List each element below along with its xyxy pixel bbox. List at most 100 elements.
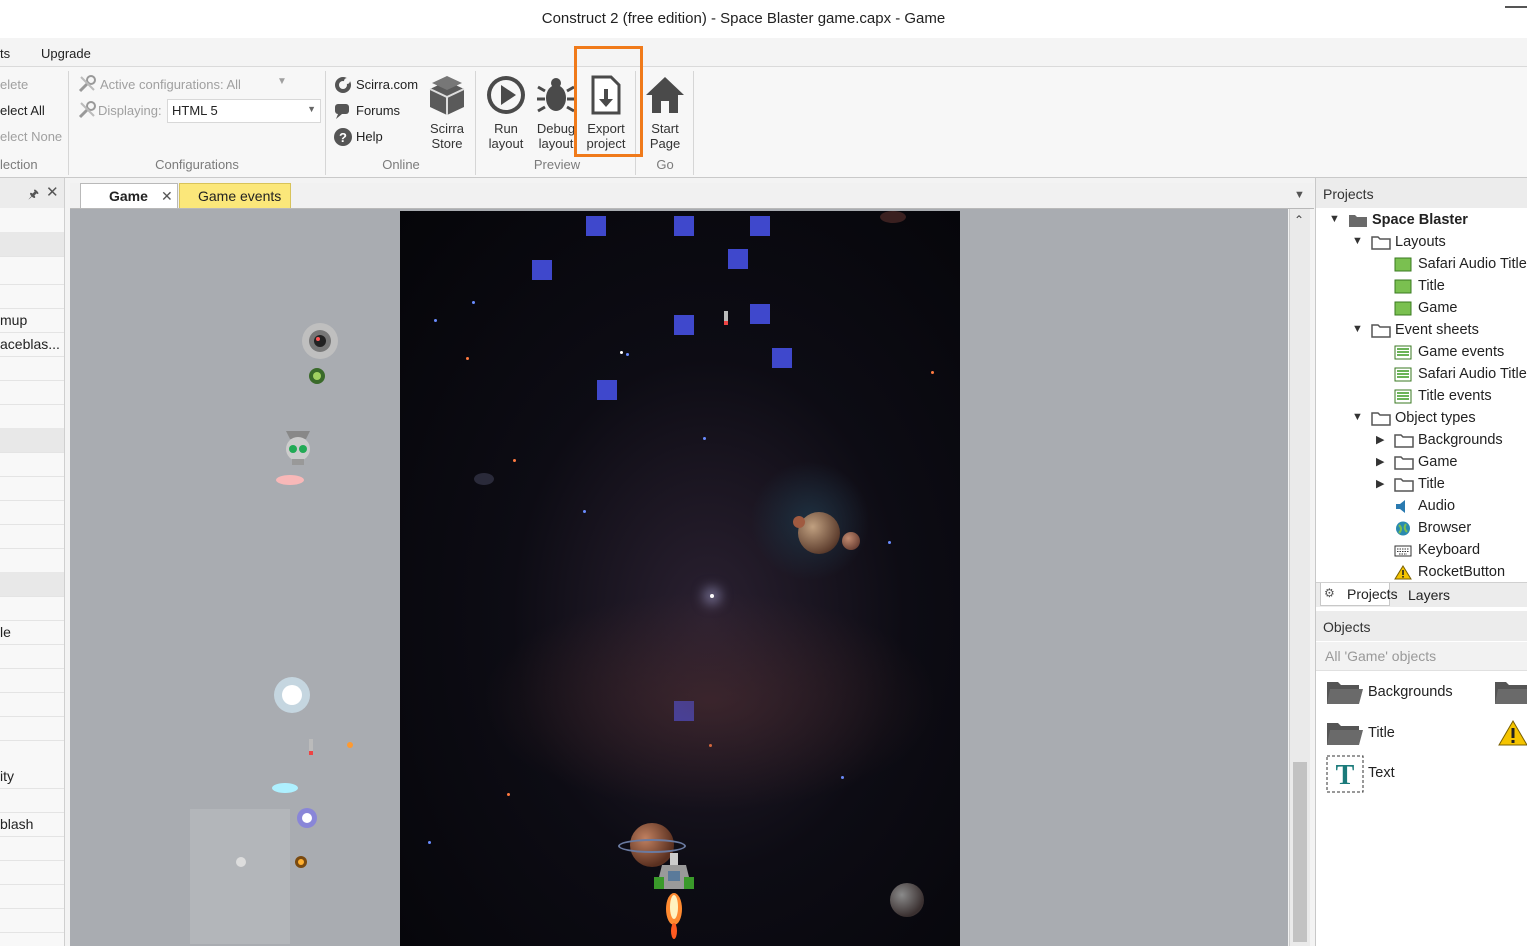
layout-vertical-scrollbar[interactable]: ⌃ bbox=[1289, 209, 1310, 946]
property-row[interactable] bbox=[0, 716, 64, 741]
sprite-square[interactable] bbox=[586, 216, 606, 236]
property-row[interactable] bbox=[0, 452, 64, 477]
chevron-right-icon[interactable]: ▶ bbox=[1376, 477, 1384, 490]
run-layout-button[interactable]: Run layout bbox=[479, 73, 533, 151]
tree-item-event-sheet[interactable]: Game events bbox=[1316, 342, 1527, 364]
chevron-down-icon[interactable]: ▼ bbox=[1294, 189, 1305, 201]
sprite-square[interactable] bbox=[728, 249, 748, 269]
tree-item-event-sheet[interactable]: Title events bbox=[1316, 386, 1527, 408]
chevron-down-icon[interactable]: ▼ bbox=[1352, 235, 1363, 247]
active-configurations-select[interactable]: Active configurations: All bbox=[100, 77, 241, 92]
tab-game[interactable]: Game ✕ bbox=[80, 183, 178, 208]
menu-item-upgrade[interactable]: Upgrade bbox=[41, 46, 91, 61]
chevron-down-icon[interactable]: ▼ bbox=[1352, 323, 1363, 335]
chevron-down-icon[interactable]: ▼ bbox=[1352, 411, 1363, 423]
property-row[interactable] bbox=[0, 692, 64, 717]
property-row[interactable] bbox=[0, 788, 64, 813]
property-row[interactable] bbox=[0, 284, 64, 309]
tree-folder[interactable]: ▶ Game bbox=[1316, 452, 1527, 474]
minimize-icon[interactable] bbox=[1505, 6, 1527, 8]
property-row[interactable]: aceblas... bbox=[0, 332, 64, 357]
tree-object-types[interactable]: ▼ Object types bbox=[1316, 408, 1527, 430]
select-none-button[interactable]: elect None bbox=[0, 129, 62, 144]
warning-icon[interactable] bbox=[1498, 719, 1527, 747]
folder-icon[interactable] bbox=[1494, 678, 1527, 706]
tree-item-object[interactable]: Keyboard bbox=[1316, 540, 1527, 562]
property-row[interactable] bbox=[0, 380, 64, 405]
select-all-button[interactable]: elect All bbox=[0, 103, 45, 118]
tree-layouts[interactable]: ▼ Layouts bbox=[1316, 232, 1527, 254]
delete-button[interactable]: elete bbox=[0, 77, 28, 92]
property-row[interactable] bbox=[0, 668, 64, 693]
tree-item-layout[interactable]: Title bbox=[1316, 276, 1527, 298]
tree-item-object[interactable]: RocketButton bbox=[1316, 562, 1527, 584]
tab-projects[interactable]: ⚙ Projects bbox=[1320, 583, 1398, 606]
property-row[interactable] bbox=[0, 476, 64, 501]
tab-layers[interactable]: Layers bbox=[1408, 587, 1450, 603]
close-icon[interactable]: ✕ bbox=[161, 188, 173, 205]
star-burst-sprite[interactable] bbox=[294, 805, 320, 831]
tree-item-layout[interactable]: Safari Audio Title bbox=[1316, 254, 1527, 276]
property-row[interactable] bbox=[0, 908, 64, 933]
fireball-sprite[interactable] bbox=[294, 855, 308, 869]
player-ship-sprite[interactable] bbox=[652, 851, 696, 943]
gear-sprite[interactable] bbox=[306, 365, 328, 387]
sprite-square[interactable] bbox=[772, 348, 792, 368]
tab-game-events[interactable]: Game events bbox=[179, 183, 291, 208]
chevron-right-icon[interactable]: ▶ bbox=[1376, 433, 1384, 446]
property-row[interactable]: le bbox=[0, 620, 64, 645]
scirra-link[interactable]: Scirra.com bbox=[356, 77, 418, 92]
tree-item-event-sheet[interactable]: Safari Audio Title bbox=[1316, 364, 1527, 386]
menu-item-events[interactable]: ts bbox=[0, 46, 10, 61]
scrollbar-thumb[interactable] bbox=[1293, 762, 1307, 942]
property-row[interactable] bbox=[0, 860, 64, 885]
rocket-sprite[interactable] bbox=[306, 737, 316, 757]
bullet-sprite[interactable] bbox=[274, 473, 306, 487]
property-row[interactable] bbox=[0, 884, 64, 909]
start-page-button[interactable]: Start Page bbox=[638, 73, 692, 151]
close-icon[interactable]: ✕ bbox=[46, 183, 59, 201]
explosion-sprite[interactable] bbox=[270, 673, 314, 717]
sprite-square[interactable] bbox=[674, 315, 694, 335]
moon[interactable] bbox=[793, 516, 805, 528]
laser-sprite[interactable] bbox=[270, 781, 300, 795]
property-row[interactable] bbox=[0, 500, 64, 525]
property-row[interactable]: blash bbox=[0, 812, 64, 837]
property-row[interactable] bbox=[0, 260, 64, 285]
displaying-select[interactable]: HTML 5 ▼ bbox=[167, 99, 321, 123]
tree-event-sheets[interactable]: ▼ Event sheets bbox=[1316, 320, 1527, 342]
tree-folder[interactable]: ▶ Title bbox=[1316, 474, 1527, 496]
game-canvas[interactable] bbox=[400, 211, 960, 946]
help-link[interactable]: Help bbox=[356, 129, 383, 144]
tree-item-object[interactable]: Audio bbox=[1316, 496, 1527, 518]
missile-sprite[interactable] bbox=[722, 309, 730, 327]
planet-gray[interactable] bbox=[890, 883, 924, 917]
planet-small[interactable] bbox=[842, 532, 860, 550]
forums-link[interactable]: Forums bbox=[356, 103, 400, 118]
sprite-square[interactable] bbox=[750, 304, 770, 324]
property-row[interactable] bbox=[0, 596, 64, 621]
chevron-down-icon[interactable]: ▼ bbox=[277, 76, 287, 87]
asteroid[interactable] bbox=[474, 473, 494, 485]
smoke-sprite[interactable] bbox=[234, 855, 248, 869]
chevron-down-icon[interactable]: ▼ bbox=[1329, 213, 1340, 225]
layout-editor[interactable] bbox=[70, 209, 1288, 946]
sprite-square[interactable] bbox=[597, 380, 617, 400]
property-row[interactable] bbox=[0, 356, 64, 381]
scirra-store-button[interactable]: Scirra Store bbox=[420, 73, 474, 151]
property-row[interactable] bbox=[0, 644, 64, 669]
property-row[interactable] bbox=[0, 836, 64, 861]
chevron-right-icon[interactable]: ▶ bbox=[1376, 455, 1384, 468]
tree-item-layout[interactable]: Game bbox=[1316, 298, 1527, 320]
property-row[interactable]: ity bbox=[0, 764, 64, 789]
pin-icon[interactable]: 🖈 bbox=[28, 185, 39, 206]
chevron-up-icon[interactable]: ⌃ bbox=[1294, 213, 1304, 227]
enemy-eye-sprite[interactable] bbox=[298, 319, 342, 363]
enemy-skull-sprite[interactable] bbox=[280, 425, 316, 469]
property-row[interactable]: mup bbox=[0, 308, 64, 333]
spark-sprite[interactable] bbox=[346, 741, 354, 749]
objects-filter[interactable]: All 'Game' objects bbox=[1316, 642, 1527, 671]
tree-root[interactable]: ▼ Space Blaster bbox=[1316, 210, 1527, 232]
tree-folder[interactable]: ▶ Backgrounds bbox=[1316, 430, 1527, 452]
property-row[interactable] bbox=[0, 524, 64, 549]
